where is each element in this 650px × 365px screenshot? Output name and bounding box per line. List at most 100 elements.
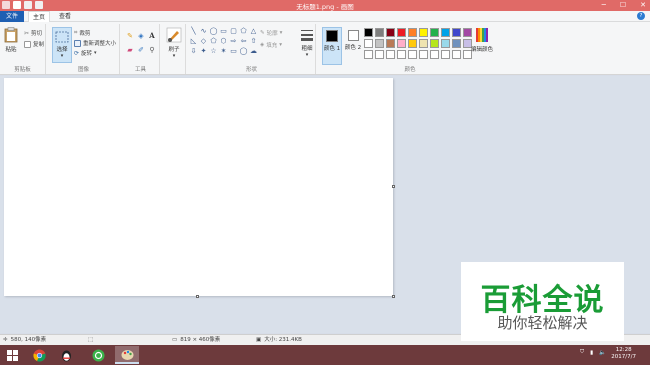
maximize-button[interactable]: ☐ (620, 0, 626, 11)
taskbar-qq[interactable] (54, 346, 78, 364)
close-button[interactable]: ✕ (640, 0, 646, 11)
color-swatch[interactable] (375, 28, 384, 37)
drawing-canvas[interactable] (4, 78, 393, 296)
color-swatch[interactable] (397, 28, 406, 37)
pentagon-shape-icon[interactable]: ⬠ (209, 37, 218, 46)
outline-button[interactable]: ✎ 轮廓 ▾ (260, 29, 282, 37)
crop-button[interactable]: ⌗ 裁剪 (74, 29, 90, 37)
color-swatch[interactable] (408, 39, 417, 48)
color-swatch[interactable] (397, 39, 406, 48)
up-arrow-shape-icon[interactable]: ⇧ (249, 37, 258, 46)
down-arrow-shape-icon[interactable]: ⇩ (189, 47, 198, 56)
color-swatch[interactable] (386, 50, 395, 59)
line-shape-icon[interactable]: ╲ (189, 27, 198, 36)
color-picker-icon[interactable]: ✐ (137, 46, 145, 54)
star5-shape-icon[interactable]: ☆ (209, 47, 218, 56)
eraser-icon[interactable]: ▰ (126, 46, 134, 54)
color1-button[interactable]: 颜色 1 (322, 27, 342, 65)
line-width-icon (301, 30, 313, 41)
callout-rect-shape-icon[interactable]: ▭ (229, 47, 238, 56)
tab-file[interactable]: 文件 (0, 11, 24, 22)
star6-shape-icon[interactable]: ✶ (219, 47, 228, 56)
group-clipboard: 粘贴 ✂ 剪切 复制 剪贴板 (0, 24, 46, 74)
rounded-rectangle-shape-icon[interactable]: ▢ (229, 27, 238, 36)
tab-view[interactable]: 查看 (54, 11, 76, 22)
resize-handle-corner[interactable] (392, 295, 395, 298)
rectangle-shape-icon[interactable]: ▭ (219, 27, 228, 36)
resize-handle-right[interactable] (392, 185, 395, 188)
color-swatch[interactable] (386, 39, 395, 48)
color-swatch[interactable] (452, 28, 461, 37)
curve-shape-icon[interactable]: ∿ (199, 27, 208, 36)
color-swatch[interactable] (419, 39, 428, 48)
clipboard-icon (4, 27, 18, 43)
edit-colors-label: 编辑颜色 (470, 47, 493, 53)
polygon-shape-icon[interactable]: ⬠ (239, 27, 248, 36)
color-swatch[interactable] (452, 50, 461, 59)
help-icon[interactable]: ? (637, 12, 645, 20)
color-swatch[interactable] (441, 28, 450, 37)
paste-button[interactable]: 粘贴 (2, 27, 20, 53)
color-swatch[interactable] (408, 28, 417, 37)
size-button[interactable]: 粗细 ▾ (298, 28, 316, 58)
color-swatch[interactable] (364, 39, 373, 48)
color-swatch[interactable] (364, 50, 373, 59)
oval-shape-icon[interactable]: ◯ (209, 27, 218, 36)
fill-button[interactable]: ◈ 填充 ▾ (260, 41, 282, 49)
resize-button[interactable]: 重新调整大小 (74, 39, 116, 47)
clock[interactable]: 12:28 2017/7/7 (611, 347, 636, 361)
cut-button[interactable]: ✂ 剪切 (24, 29, 42, 38)
color-swatch[interactable] (441, 39, 450, 48)
color-swatch[interactable] (430, 39, 439, 48)
diamond-shape-icon[interactable]: ◇ (199, 37, 208, 46)
hexagon-shape-icon[interactable]: ⬡ (219, 37, 228, 46)
taskbar-paint[interactable] (115, 346, 139, 364)
color-swatch[interactable] (386, 28, 395, 37)
triangle-shape-icon[interactable]: △ (249, 27, 258, 36)
color-swatch[interactable] (397, 50, 406, 59)
group-colors: 颜色 1 颜色 2 编辑颜色 颜色 (320, 24, 500, 74)
edit-colors-button[interactable]: 编辑颜色 (468, 27, 496, 53)
color-swatch[interactable] (408, 50, 417, 59)
chrome-icon (32, 349, 46, 362)
left-arrow-shape-icon[interactable]: ⇦ (239, 37, 248, 46)
brushes-button[interactable]: 刷子 ▾ (164, 27, 184, 59)
magnifier-icon[interactable]: ⚲ (148, 46, 156, 54)
star4-shape-icon[interactable]: ✦ (199, 47, 208, 56)
color-swatch[interactable] (419, 28, 428, 37)
color-swatch[interactable] (441, 50, 450, 59)
color-swatch[interactable] (364, 28, 373, 37)
fill-icon[interactable]: ◈ (137, 32, 145, 40)
minimize-button[interactable]: ─ (602, 0, 606, 11)
color-swatch[interactable] (375, 50, 384, 59)
cloud-shape-icon[interactable]: ☁ (249, 47, 258, 56)
chevron-down-icon: ▾ (172, 53, 176, 59)
taskbar-app-green[interactable] (86, 346, 110, 364)
right-arrow-shape-icon[interactable]: ⇨ (229, 37, 238, 46)
color-swatch[interactable] (375, 39, 384, 48)
color2-button[interactable]: 颜色 2 (344, 27, 362, 51)
group-size: 粗细 ▾ (296, 24, 318, 74)
color-swatch[interactable] (452, 39, 461, 48)
copy-icon (24, 40, 31, 48)
crop-label: 裁剪 (79, 31, 91, 37)
callout-oval-shape-icon[interactable]: ◯ (239, 47, 248, 56)
pencil-icon[interactable]: ✎ (126, 32, 134, 40)
color-swatch[interactable] (430, 50, 439, 59)
start-button[interactable] (0, 346, 24, 364)
resize-label: 重新调整大小 (83, 41, 117, 47)
text-tool-icon[interactable]: A (148, 32, 156, 40)
network-icon[interactable]: ▮ (590, 350, 593, 356)
rotate-button[interactable]: ⟳ 旋转 ▾ (74, 49, 97, 58)
brushes-label: 刷子 (168, 47, 180, 53)
color-swatch[interactable] (430, 28, 439, 37)
select-label: 选择 (56, 47, 68, 53)
select-button[interactable]: 选择 ▾ (52, 27, 72, 63)
color-swatch[interactable] (419, 50, 428, 59)
taskbar-chrome[interactable] (27, 346, 51, 364)
resize-handle-bottom[interactable] (196, 295, 199, 298)
shield-icon[interactable]: ⛉ (580, 349, 584, 356)
copy-button[interactable]: 复制 (24, 40, 44, 48)
volume-icon[interactable]: 🔈 (599, 350, 606, 356)
right-triangle-shape-icon[interactable]: ◺ (189, 37, 198, 46)
